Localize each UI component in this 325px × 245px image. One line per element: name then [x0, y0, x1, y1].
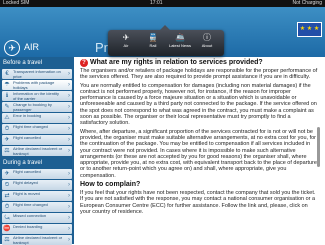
sidebar-item-label: Error in booking — [13, 113, 42, 118]
chevron-right-icon: › — [68, 82, 70, 88]
topic-icon: ⚖ — [4, 148, 10, 154]
chevron-right-icon: › — [68, 148, 70, 154]
sidebar-item-label: Problems with package holidays — [13, 80, 55, 90]
menu-label: Latest News — [168, 43, 191, 48]
about-icon: ⓘ — [203, 33, 211, 42]
sidebar-item-label: Change to booking by passenger — [13, 102, 52, 112]
chevron-right-icon: › — [68, 126, 70, 132]
sidebar-item-label: Airline declared insolvent or bankrupt — [13, 146, 63, 156]
chevron-right-icon: › — [68, 215, 70, 221]
sidebar-item-label: Flight cancelled — [13, 135, 41, 140]
topic-icon: ⇄ — [4, 193, 10, 199]
topic-icon: ✎ — [4, 104, 10, 110]
chevron-right-icon: › — [68, 104, 70, 110]
topic-icon: ☂ — [4, 82, 10, 88]
paragraph: The organisers and/or retailers of packa… — [80, 68, 318, 81]
sidebar-item-during-3[interactable]: ⏱ Flight time changed › — [2, 202, 72, 212]
paragraph: You are normally entitled to compensatio… — [80, 82, 317, 127]
menu-air-button[interactable]: ✈ Air — [114, 33, 138, 53]
chevron-right-icon: › — [68, 171, 70, 177]
paragraph: If you feel that your rights have not be… — [80, 190, 316, 215]
carrier-label: Locked SIM — [3, 0, 30, 6]
menu-label: About — [201, 43, 213, 48]
topic-icon: € — [5, 71, 9, 77]
chevron-right-icon: › — [68, 137, 70, 143]
menu-label: Air — [123, 43, 129, 48]
chevron-right-icon: › — [68, 182, 70, 188]
sidebar-item-label: Flight time changed — [13, 202, 48, 207]
nav-popover: ✈ Air 🚆 Rail 🚢 Latest News ⓘ About — [108, 25, 224, 56]
sidebar-item-label: Flight time changed — [13, 124, 48, 129]
topic-icon: ⛔ — [3, 226, 11, 232]
sidebar-item-during-1[interactable]: ⏲ Flight delayed › — [2, 180, 72, 190]
menu-latest-news-button[interactable]: 🚢 Latest News — [168, 33, 192, 53]
chevron-right-icon: › — [68, 204, 70, 210]
chevron-right-icon: › — [68, 71, 70, 77]
question-text: What are my rights in relation to servic… — [90, 59, 263, 66]
question-heading: ? What are my rights in relation to servi… — [80, 59, 318, 67]
sidebar-item-label: Missed connection — [13, 213, 47, 218]
battery-status: Not Charging — [292, 0, 322, 6]
sidebar-item-during-4[interactable]: ⤿ Missed connection › — [2, 213, 72, 223]
topic-icon: ⏱ — [4, 126, 10, 132]
scrollbar[interactable] — [317, 127, 320, 167]
chevron-right-icon: › — [68, 115, 70, 121]
before-travel-heading: Before a travel — [3, 60, 43, 66]
sidebar-item-before-1[interactable]: ☂ Problems with package holidays › — [2, 80, 72, 90]
sidebar-item-label: Information on the identity of the carri… — [13, 91, 60, 101]
question-icon: ? — [80, 59, 88, 67]
topic-icon: ℹ — [5, 93, 9, 99]
paragraph: Where, after departure, a significant pr… — [80, 128, 317, 179]
sidebar-item-during-5[interactable]: ⛔ Denied boarding › — [2, 224, 72, 234]
clock: 17:01 — [150, 0, 163, 6]
rail-icon: 🚆 — [148, 33, 158, 42]
topic-icon: ⚖ — [4, 237, 10, 243]
sidebar-item-label: Flight is moved — [13, 191, 40, 196]
eu-flag-icon: ★ ★ ★ — [297, 22, 322, 37]
menu-about-button[interactable]: ⓘ About — [195, 33, 219, 53]
sidebar-item-before-3[interactable]: ✎ Change to booking by passenger › — [2, 102, 72, 112]
topic-icon: ✈ — [4, 171, 10, 177]
main-content: ? What are my rights in relation to servi… — [77, 57, 321, 244]
sidebar-item-label: Flight cancelled — [13, 169, 41, 174]
topic-icon: ⏱ — [4, 204, 10, 210]
sidebar-item-label: Flight delayed — [13, 180, 38, 185]
air-label[interactable]: AIR — [24, 42, 39, 52]
sidebar-item-before-2[interactable]: ℹ Information on the identity of the carr… — [2, 91, 72, 101]
chevron-right-icon: › — [68, 193, 70, 199]
topic-icon: ✈ — [4, 137, 10, 143]
topic-icon: ⤿ — [4, 215, 10, 221]
during-travel-heading: During a travel — [3, 160, 43, 166]
chevron-right-icon: › — [68, 226, 70, 232]
topic-icon: ⚠ — [4, 115, 10, 121]
latest-news-icon: 🚢 — [175, 33, 185, 42]
popover-arrow — [160, 25, 170, 30]
sidebar-item-during-0[interactable]: ✈ Flight cancelled › — [2, 169, 72, 179]
menu-rail-button[interactable]: 🚆 Rail — [141, 33, 165, 53]
sidebar: Before a travel € Transparent information… — [0, 57, 74, 245]
sidebar-item-before-4[interactable]: ⚠ Error in booking › — [2, 113, 72, 123]
sidebar-item-before-5[interactable]: ⏱ Flight time changed › — [2, 124, 72, 134]
topic-icon: ⏲ — [4, 182, 10, 188]
plane-icon[interactable]: ✈ — [4, 40, 20, 56]
complain-heading: How to complain? — [80, 181, 141, 189]
sidebar-item-before-7[interactable]: ⚖ Airline declared insolvent or bankrupt › — [2, 146, 72, 156]
sidebar-item-label: Transparent information on price — [13, 69, 61, 79]
menu-label: Rail — [149, 43, 157, 48]
sidebar-item-before-6[interactable]: ✈ Flight cancelled › — [2, 135, 72, 145]
sidebar-item-label: Denied boarding — [13, 224, 43, 229]
air-icon: ✈ — [122, 33, 130, 42]
sidebar-item-before-0[interactable]: € Transparent information on price › — [2, 69, 72, 79]
sidebar-item-during-2[interactable]: ⇄ Flight is moved › — [2, 191, 72, 201]
chevron-right-icon: › — [68, 93, 70, 99]
status-bar: Locked SIM 17:01 Not Charging — [0, 0, 325, 7]
